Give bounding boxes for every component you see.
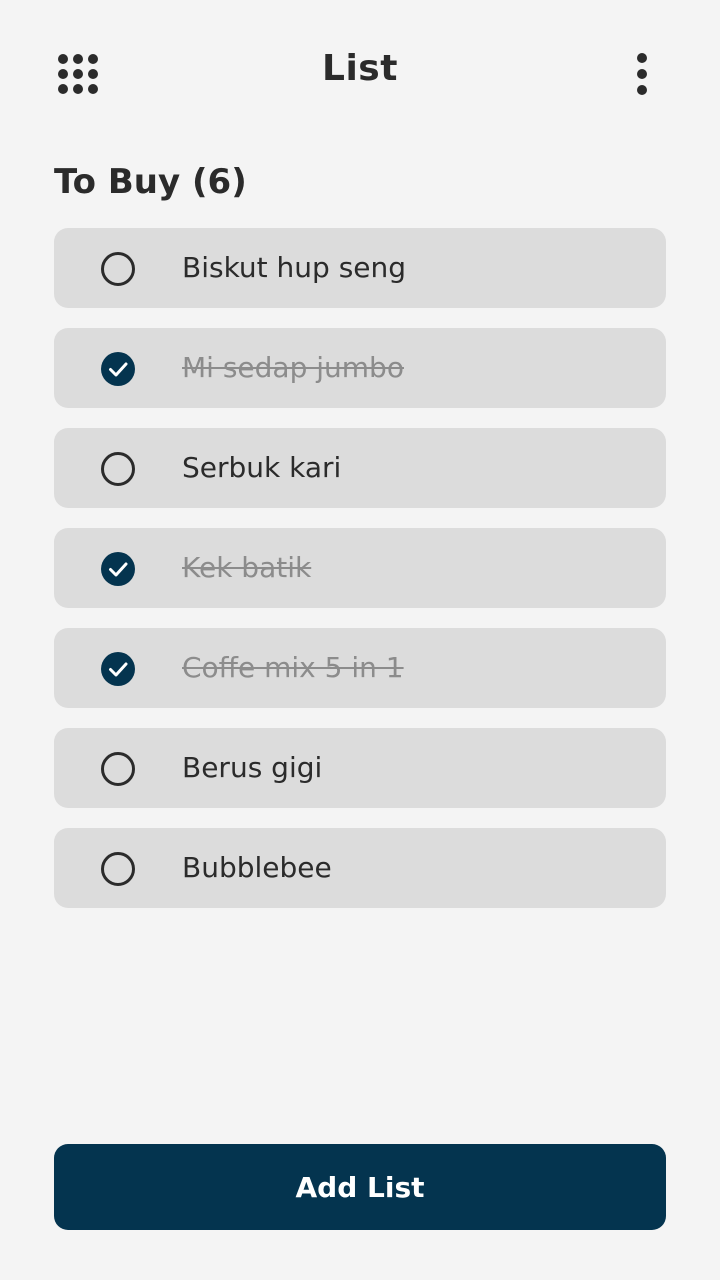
more-vertical-icon[interactable] [632, 52, 652, 96]
list-item-label: Coffe mix 5 in 1 [182, 651, 404, 684]
list-item[interactable]: Mi sedap jumbo [54, 328, 666, 408]
add-list-button[interactable]: Add List [54, 1144, 666, 1230]
shopping-list: Biskut hup seng Mi sedap jumbo Serbuk kari… [54, 228, 666, 928]
unchecked-circle-icon[interactable] [101, 252, 135, 286]
checked-circle-icon[interactable] [101, 652, 135, 686]
checked-circle-icon[interactable] [101, 352, 135, 386]
checked-circle-icon[interactable] [101, 552, 135, 586]
list-item-label: Kek batik [182, 551, 312, 584]
list-item[interactable]: Bubblebee [54, 828, 666, 908]
list-item-label: Bubblebee [182, 851, 332, 884]
list-item[interactable]: Coffe mix 5 in 1 [54, 628, 666, 708]
list-item-label: Berus gigi [182, 751, 323, 784]
list-item[interactable]: Biskut hup seng [54, 228, 666, 308]
list-item[interactable]: Serbuk kari [54, 428, 666, 508]
list-item-label: Serbuk kari [182, 451, 342, 484]
list-item-label: Biskut hup seng [182, 251, 407, 284]
section-title: To Buy (6) [54, 162, 247, 202]
list-item-label: Mi sedap jumbo [182, 351, 404, 384]
list-item[interactable]: Kek batik [54, 528, 666, 608]
unchecked-circle-icon[interactable] [101, 852, 135, 886]
app-header: List [0, 0, 720, 146]
unchecked-circle-icon[interactable] [101, 752, 135, 786]
list-item[interactable]: Berus gigi [54, 728, 666, 808]
unchecked-circle-icon[interactable] [101, 452, 135, 486]
screen: List To Buy (6) Biskut hup seng Mi sedap … [0, 0, 720, 1280]
page-title: List [322, 48, 398, 89]
